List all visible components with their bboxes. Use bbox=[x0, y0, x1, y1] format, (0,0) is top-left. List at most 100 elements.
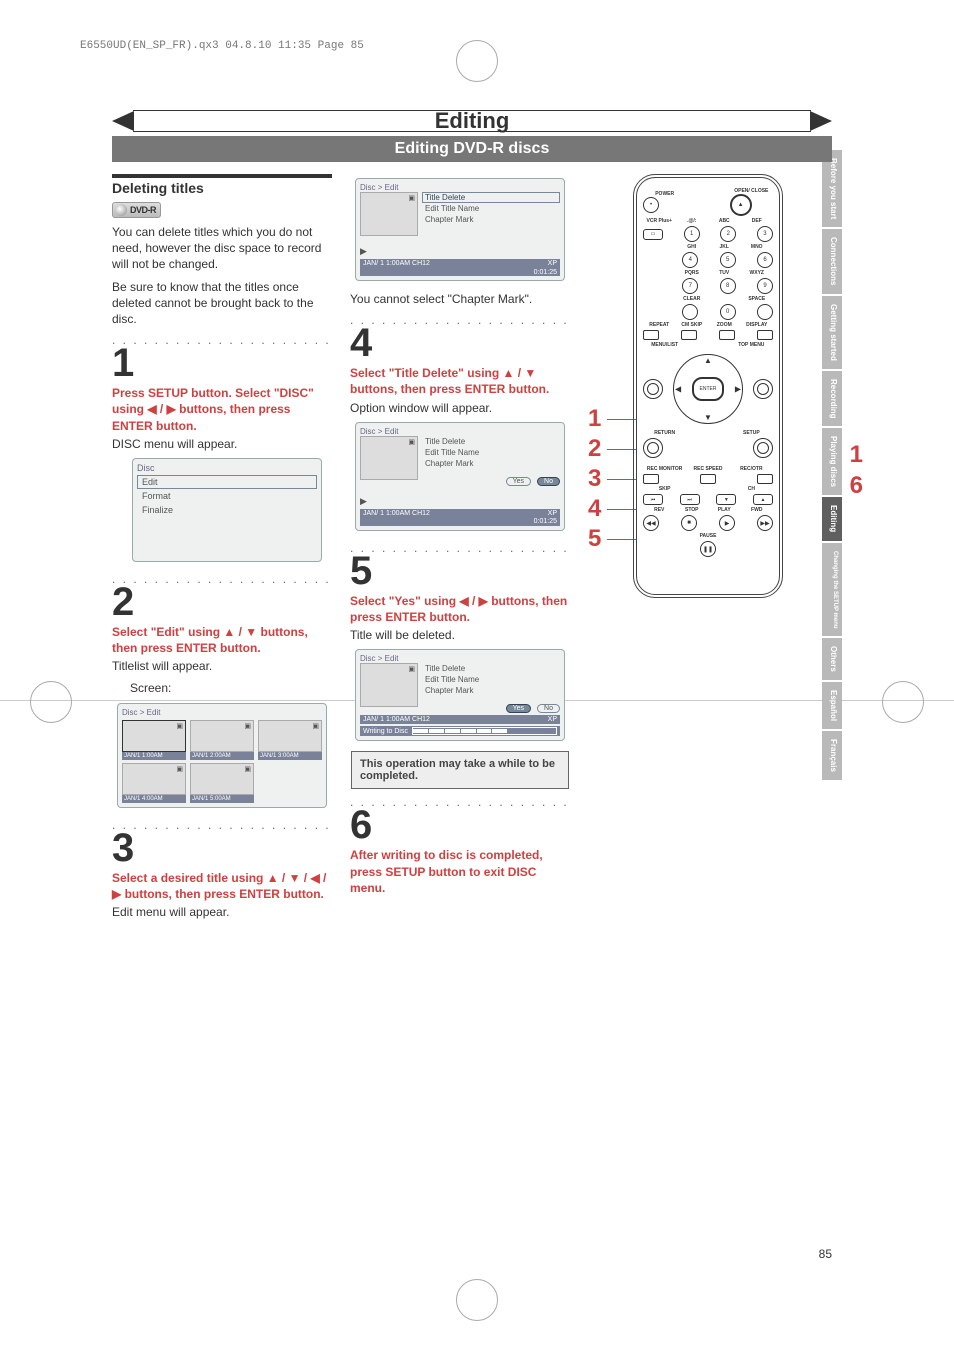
digit-1[interactable]: 1 bbox=[684, 226, 700, 242]
ch-up-button[interactable]: ▲ bbox=[753, 494, 773, 505]
osd-status-left: JAN/ 1 1:00AM CH12 bbox=[363, 510, 430, 517]
lbl-rev: REV bbox=[643, 507, 676, 513]
digit-0[interactable]: 0 bbox=[720, 304, 736, 320]
disc-menu-finalize[interactable]: Finalize bbox=[137, 503, 317, 517]
recmon-button[interactable] bbox=[643, 474, 659, 484]
title-thumb-3[interactable] bbox=[258, 720, 322, 752]
digit-9[interactable]: 9 bbox=[757, 278, 773, 294]
topmenu-button[interactable] bbox=[753, 379, 773, 399]
recspeed-button[interactable] bbox=[700, 474, 716, 484]
dpad-right[interactable]: ▶ bbox=[735, 385, 741, 394]
cmskip-button[interactable] bbox=[681, 330, 697, 340]
fwd-button[interactable]: ▶▶ bbox=[757, 515, 773, 531]
osd-title-delete: Title Delete bbox=[422, 436, 560, 447]
title-thumb-1[interactable] bbox=[122, 720, 186, 752]
pause-button[interactable]: ❚❚ bbox=[700, 541, 716, 557]
content-area: Editing Editing DVD-R discs Deleting tit… bbox=[112, 110, 832, 926]
page-title: Editing bbox=[435, 108, 510, 134]
lbl-zoom: ZOOM bbox=[708, 322, 741, 328]
enter-button[interactable]: ENTER bbox=[692, 377, 724, 401]
lbl-at: .@/: bbox=[676, 218, 709, 224]
digit-2[interactable]: 2 bbox=[720, 226, 736, 242]
return-button[interactable] bbox=[643, 438, 663, 458]
osd-chapter-mark: Chapter Mark bbox=[422, 458, 560, 469]
lbl-def: DEF bbox=[741, 218, 774, 224]
title-cap-1: JAN/1 1:00AM bbox=[122, 752, 186, 760]
lbl-recotr: REC/OTR bbox=[730, 466, 773, 472]
callout-r6: 6 bbox=[850, 470, 863, 501]
osd-no-button[interactable]: No bbox=[537, 704, 560, 713]
disc-menu-edit[interactable]: Edit bbox=[137, 475, 317, 489]
digit-7[interactable]: 7 bbox=[682, 278, 698, 294]
osd-edit-title-name: Edit Title Name bbox=[422, 674, 560, 685]
stop-button[interactable]: ■ bbox=[681, 515, 697, 531]
dpad-left[interactable]: ◀ bbox=[675, 385, 681, 394]
arrow-right-icon bbox=[810, 111, 832, 131]
dpad-up[interactable]: ▲ bbox=[704, 356, 712, 365]
osd-chapter-mark[interactable]: Chapter Mark bbox=[422, 214, 560, 225]
display-button[interactable] bbox=[757, 330, 773, 340]
power-button[interactable]: • bbox=[643, 197, 659, 213]
titlelist-path: Disc > Edit bbox=[122, 708, 322, 717]
disc-menu-format[interactable]: Format bbox=[137, 489, 317, 503]
open-close-button[interactable]: ▲ bbox=[730, 194, 752, 216]
setup-button[interactable] bbox=[753, 438, 773, 458]
osd-chapter-mark: Chapter Mark bbox=[422, 685, 560, 696]
osd-path: Disc > Edit bbox=[360, 427, 560, 436]
step-2-follow: Titlelist will appear. bbox=[112, 658, 332, 674]
lbl-open-close: OPEN/ CLOSE bbox=[730, 188, 773, 194]
osd-status-left: JAN/ 1 1:00AM CH12 bbox=[363, 260, 430, 267]
osd-time: 0:01:25 bbox=[534, 518, 557, 525]
zoom-button[interactable] bbox=[719, 330, 735, 340]
recotr-button[interactable] bbox=[757, 474, 773, 484]
menulist-button[interactable] bbox=[643, 379, 663, 399]
ch-down-button[interactable]: ▼ bbox=[716, 494, 736, 505]
step-5-follow: Title will be deleted. bbox=[350, 627, 570, 643]
repeat-button[interactable] bbox=[643, 330, 659, 340]
step-number-6: 6 bbox=[350, 805, 570, 845]
separator-dots: . . . . . . . . . . . . . . . . . . . . … bbox=[112, 572, 332, 586]
osd-yes-button[interactable]: Yes bbox=[506, 704, 531, 713]
step-5-lead: Select "Yes" using ◀ / ▶ buttons, then p… bbox=[350, 593, 570, 625]
clear-button[interactable] bbox=[682, 304, 698, 320]
column-2: Disc > Edit Title Delete Edit Title Name… bbox=[350, 174, 570, 926]
osd-status-right: XP bbox=[548, 260, 557, 267]
separator-dots: . . . . . . . . . . . . . . . . . . . . … bbox=[112, 333, 332, 347]
space-button[interactable] bbox=[757, 304, 773, 320]
step-number-5: 5 bbox=[350, 551, 570, 591]
title-cap-2: JAN/1 2:00AM bbox=[190, 752, 254, 760]
digit-6[interactable]: 6 bbox=[757, 252, 773, 268]
digit-4[interactable]: 4 bbox=[682, 252, 698, 268]
osd-edit-title-name[interactable]: Edit Title Name bbox=[422, 203, 560, 214]
skip-fwd-button[interactable]: ⏭ bbox=[680, 494, 700, 505]
dpad-down[interactable]: ▼ bbox=[704, 413, 712, 422]
osd-status-right: XP bbox=[548, 510, 557, 517]
title-thumb-5[interactable] bbox=[190, 763, 254, 795]
title-thumb-4[interactable] bbox=[122, 763, 186, 795]
play-icon: ▶ bbox=[360, 246, 560, 257]
lbl-recspeed: REC SPEED bbox=[686, 466, 729, 472]
osd-title-delete: Title Delete bbox=[422, 663, 560, 674]
digit-8[interactable]: 8 bbox=[720, 278, 736, 294]
separator-dots: . . . . . . . . . . . . . . . . . . . . … bbox=[350, 541, 570, 555]
subtitle-band: Editing DVD-R discs bbox=[112, 136, 832, 162]
osd-yes-button[interactable]: Yes bbox=[506, 477, 531, 486]
skip-back-button[interactable]: ⏮ bbox=[643, 494, 663, 505]
warning-note: This operation may take a while to be co… bbox=[351, 751, 569, 789]
digit-3[interactable]: 3 bbox=[757, 226, 773, 242]
rev-button[interactable]: ◀◀ bbox=[643, 515, 659, 531]
title-thumb-2[interactable] bbox=[190, 720, 254, 752]
osd-title-delete[interactable]: Title Delete bbox=[422, 192, 560, 203]
callout-r1: 1 bbox=[850, 439, 863, 470]
step-number-3: 3 bbox=[112, 828, 332, 868]
vcrplus-button[interactable]: ▭ bbox=[643, 229, 663, 240]
lbl-stop: STOP bbox=[676, 507, 709, 513]
osd-preview-thumb bbox=[360, 436, 418, 480]
disc-icon bbox=[115, 204, 127, 216]
title-row: Editing bbox=[112, 110, 832, 132]
play-button[interactable]: ▶ bbox=[719, 515, 735, 531]
osd-writing-label: Writing to Disc bbox=[363, 728, 408, 735]
digit-5[interactable]: 5 bbox=[720, 252, 736, 268]
osd-no-button[interactable]: No bbox=[537, 477, 560, 486]
lbl-wxyz: WXYZ bbox=[741, 270, 774, 276]
